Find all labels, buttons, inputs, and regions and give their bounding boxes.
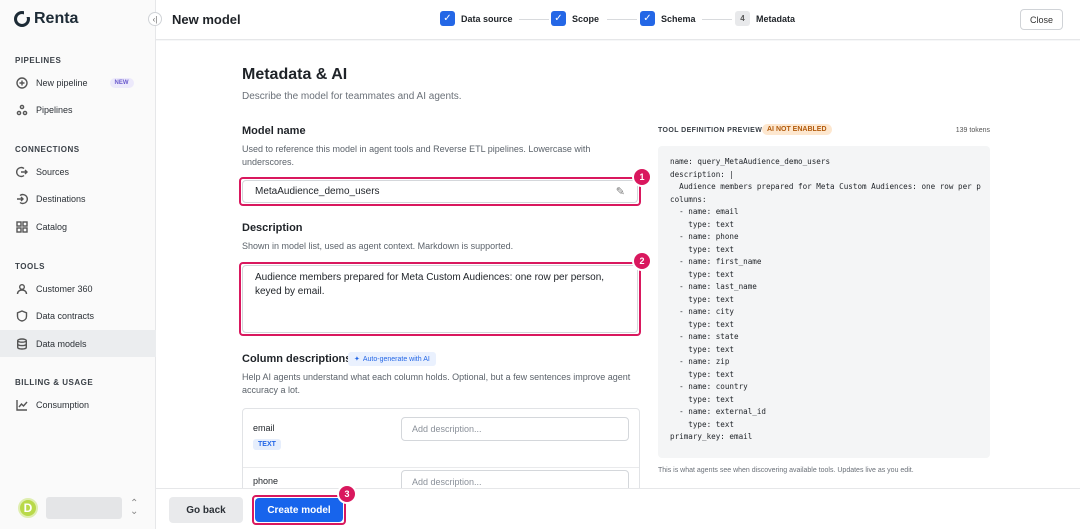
column-name-phone: phone	[253, 476, 279, 486]
highlight-model-name	[239, 177, 641, 206]
sidebar-item-label: New pipeline	[36, 77, 88, 88]
top-bar: New model ✓ Data source ✓ Scope ✓ Schema…	[156, 0, 1080, 40]
step-label: Scope	[572, 13, 600, 24]
sources-icon	[16, 166, 28, 178]
main-content: Metadata & AI Describe the model for tea…	[156, 41, 1080, 488]
section-title-pipelines: PIPELINES	[15, 56, 62, 65]
step-connector	[702, 19, 732, 20]
preview-note: This is what agents see when discovering…	[658, 467, 914, 474]
database-icon	[16, 337, 28, 350]
sidebar-item-label: Data models	[36, 338, 87, 349]
column-descriptions-label: Column descriptions	[242, 353, 352, 365]
sidebar-item-customer-360[interactable]: Customer 360	[0, 275, 156, 302]
marker-2: 2	[634, 253, 650, 269]
destinations-icon	[16, 193, 28, 205]
step-connector	[519, 19, 549, 20]
check-icon: ✓	[551, 11, 566, 26]
page-title: New model	[172, 12, 241, 27]
sidebar-item-label: Destinations	[36, 193, 86, 204]
step-number: 4	[735, 11, 750, 26]
step-data-source[interactable]: ✓ Data source	[440, 11, 513, 26]
step-schema[interactable]: ✓ Schema	[640, 11, 696, 26]
check-icon: ✓	[440, 11, 455, 26]
column-list: email TEXT Add description... phone Add …	[242, 408, 640, 488]
placeholder: Add description...	[412, 477, 482, 487]
sidebar-item-sources[interactable]: Sources	[0, 158, 156, 185]
form-subtitle: Describe the model for teammates and AI …	[242, 91, 462, 102]
footer-bar: Go back Create model 3	[156, 486, 1080, 529]
sidebar: Renta PIPELINES New pipeline NEW Pipelin…	[0, 0, 156, 529]
sparkle-icon: ✦	[354, 356, 360, 363]
auto-generate-ai-button[interactable]: ✦ Auto-generate with AI	[348, 352, 436, 366]
brand-name: Renta	[34, 10, 79, 27]
sidebar-item-new-pipeline[interactable]: New pipeline NEW	[0, 69, 156, 96]
pipelines-icon	[16, 104, 28, 116]
model-name-label: Model name	[242, 125, 306, 137]
placeholder: Add description...	[412, 424, 482, 434]
description-help: Shown in model list, used as agent conte…	[242, 241, 514, 251]
phone-description-input[interactable]: Add description...	[401, 470, 629, 488]
email-description-input[interactable]: Add description...	[401, 417, 629, 441]
sidebar-item-label: Data contracts	[36, 310, 95, 321]
sidebar-item-consumption[interactable]: Consumption	[0, 391, 156, 418]
sidebar-item-label: Customer 360	[36, 283, 93, 294]
highlight-create-model	[252, 495, 346, 525]
step-metadata[interactable]: 4 Metadata	[735, 11, 795, 26]
step-label: Schema	[661, 13, 696, 24]
token-count: 139 tokens	[955, 127, 990, 134]
new-badge: NEW	[109, 77, 134, 88]
column-descriptions-help: Help AI agents understand what each colu…	[242, 372, 631, 395]
form-title: Metadata & AI	[242, 66, 348, 83]
grid-icon	[16, 220, 28, 233]
sidebar-item-label: Catalog	[36, 221, 68, 232]
section-title-billing: BILLING & USAGE	[15, 378, 94, 387]
sidebar-item-catalog[interactable]: Catalog	[0, 213, 156, 240]
sidebar-item-pipelines[interactable]: Pipelines	[0, 96, 156, 123]
chevron-left-icon: ‹|	[152, 14, 158, 24]
collapse-sidebar-button[interactable]: ‹|	[148, 12, 162, 26]
sidebar-item-label: Consumption	[36, 399, 90, 410]
check-icon: ✓	[640, 11, 655, 26]
close-button[interactable]: Close	[1020, 9, 1063, 30]
brand-logo[interactable]: Renta	[14, 10, 78, 28]
plus-circle-icon	[16, 76, 28, 89]
step-label: Data source	[461, 13, 513, 24]
marker-1: 1	[634, 169, 650, 185]
type-badge-email: TEXT	[253, 439, 281, 450]
sidebar-item-data-contracts[interactable]: Data contracts	[0, 302, 156, 329]
tool-definition-code: name: query_MetaAudience_demo_users desc…	[658, 146, 990, 458]
step-connector	[607, 19, 637, 20]
marker-3: 3	[339, 486, 355, 502]
sidebar-item-destinations[interactable]: Destinations	[0, 185, 156, 212]
account-name-redacted	[46, 497, 122, 519]
avatar: D	[18, 498, 38, 518]
go-back-button[interactable]: Go back	[169, 497, 243, 523]
ai-status-badge: AI NOT ENABLED	[762, 124, 832, 135]
sidebar-item-label: Pipelines	[36, 104, 73, 115]
preview-title: TOOL DEFINITION PREVIEW	[658, 127, 763, 134]
shield-icon	[16, 309, 28, 322]
auto-generate-label: Auto-generate with AI	[362, 355, 430, 363]
chart-icon	[16, 399, 28, 411]
highlight-description	[239, 262, 641, 336]
step-scope[interactable]: ✓ Scope	[551, 11, 599, 26]
model-name-help: Used to reference this model in agent to…	[242, 144, 591, 167]
account-switcher[interactable]: D ⌃ ⌄	[18, 497, 138, 519]
user-icon	[16, 283, 28, 295]
section-title-connections: CONNECTIONS	[15, 145, 80, 154]
column-name-email: email	[253, 423, 275, 433]
description-label: Description	[242, 222, 303, 234]
section-title-tools: TOOLS	[15, 262, 45, 271]
sidebar-item-label: Sources	[36, 166, 70, 177]
sidebar-item-data-models[interactable]: Data models	[0, 330, 156, 357]
code-content: name: query_MetaAudience_demo_users desc…	[670, 157, 981, 441]
renta-logo-icon	[14, 11, 30, 27]
step-label: Metadata	[756, 13, 796, 24]
chevron-up-down-icon: ⌃ ⌄	[130, 498, 139, 517]
row-divider	[243, 467, 639, 468]
